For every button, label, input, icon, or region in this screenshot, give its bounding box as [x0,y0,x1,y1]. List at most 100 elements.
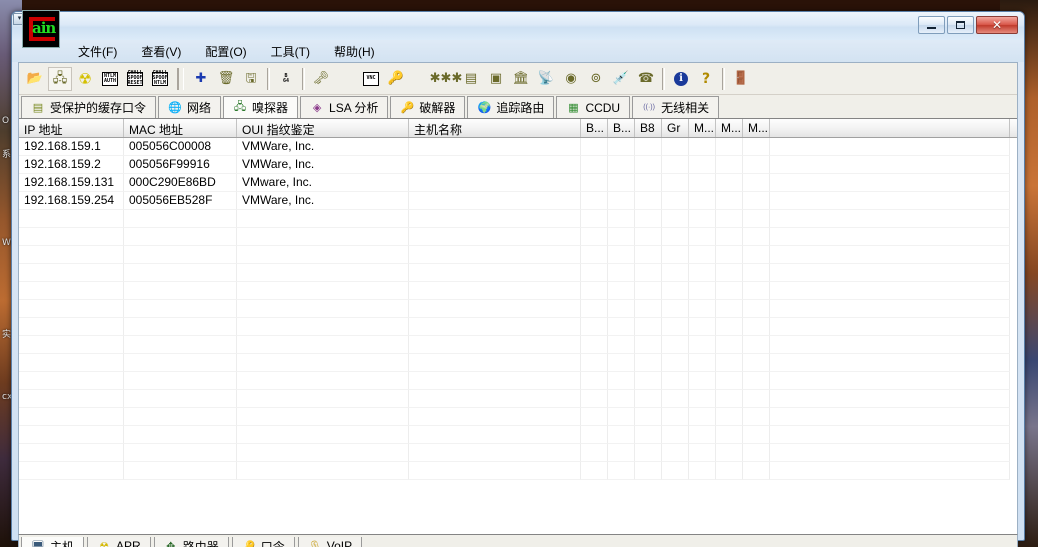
tab-lsa-secrets[interactable]: ◈ LSA 分析 [300,96,389,118]
vnc-password-button[interactable]: VNC [359,67,383,91]
menu-view[interactable]: 查看(V) [133,41,189,62]
table-row[interactable]: 192.168.159.254 005056EB528F VMWare, Inc. [19,192,1017,210]
wireless-button[interactable]: ◉ [559,67,583,91]
column-b1[interactable]: B... [581,119,608,137]
open-file-button[interactable]: 📂 [23,67,47,91]
table-row-empty[interactable] [19,264,1017,282]
table-cell [689,138,716,156]
table-cell [581,138,608,156]
bottom-tab-passwords[interactable]: 🔑 口令 [231,537,295,547]
table-cell-empty [581,354,608,372]
tab-network[interactable]: 🌐 网络 [158,96,222,118]
hosts-list-view[interactable]: IP 地址 MAC 地址 OUI 指纹鉴定 主机名称 B... B... B8 Gr M... M… [19,119,1017,534]
chall-spoof-reset-button[interactable]: CHALL SPOOF RESET [123,67,147,91]
table-cell [770,192,1010,210]
column-mac-address[interactable]: MAC 地址 [124,119,237,137]
tab-wireless[interactable]: ((·)) 无线相关 [632,96,720,118]
ntlm-auth-button[interactable]: NTLM AUTH [98,67,122,91]
table-cell-empty [743,318,770,336]
table-cell-empty [608,282,635,300]
table-cell [409,174,581,192]
add-to-list-button[interactable]: ✚ [189,67,213,91]
table-cell-empty [237,372,409,390]
column-hostname[interactable]: 主机名称 [409,119,581,137]
exit-button[interactable]: 🚪 [729,67,753,91]
bottom-tab-hosts[interactable]: 🖥 主机 [21,537,85,547]
table-row-empty[interactable] [19,390,1017,408]
access-database-button[interactable]: 🗝 [309,67,333,91]
tab-ccdu[interactable]: ▦ CCDU [556,96,631,118]
column-m1[interactable]: M... [689,119,716,137]
hash-calculator-button[interactable]: 🔑 [384,67,408,91]
tab-protected-storage[interactable]: ▤ 受保护的缓存口令 [21,96,157,118]
table-cell: 000C290E86BD [124,174,237,192]
tab-traceroute[interactable]: 🌍 追踪路由 [467,96,555,118]
menu-tools[interactable]: 工具(T) [263,41,318,62]
column-b8[interactable]: B8 [635,119,662,137]
bottom-tab-apr[interactable]: ☢ APR [87,537,151,547]
column-m3[interactable]: M... [743,119,770,137]
column-ip-address[interactable]: IP 地址 [19,119,124,137]
chall-spoof-ntlm-button[interactable]: CHALL SPOOF NTLM [148,67,172,91]
table-row-empty[interactable] [19,210,1017,228]
table-cell-empty [635,246,662,264]
export-button[interactable]: 🖫 [239,67,263,91]
voip-icon: 🎙 [307,540,322,547]
table-cell [635,192,662,210]
table-cell-empty [409,462,581,480]
table-row[interactable]: 192.168.159.131 000C290E86BD VMware, Inc. [19,174,1017,192]
table-row-empty[interactable] [19,282,1017,300]
password-crack-button[interactable]: ✱✱✱ [430,67,463,91]
table-row[interactable]: 192.168.159.1 005056C00008 VMWare, Inc. [19,138,1017,156]
help-button[interactable]: ? [694,67,718,91]
syringe-button[interactable]: 💉 [609,67,633,91]
table-row-empty[interactable] [19,462,1017,480]
menu-file[interactable]: 文件(F) [70,41,125,62]
table-cell-empty [237,426,409,444]
maximize-button[interactable] [947,16,974,34]
remove-button[interactable]: 🗑 [214,67,238,91]
table-cell-empty [689,444,716,462]
table-row-empty[interactable] [19,228,1017,246]
close-button[interactable]: ✕ [976,16,1018,34]
table-row-empty[interactable] [19,300,1017,318]
table-cell-empty [662,426,689,444]
traceroute-button[interactable]: ⊚ [584,67,608,91]
cisco-type7-button[interactable] [334,67,358,91]
minimize-button[interactable] [918,16,945,34]
telephony-button[interactable]: ☎ [634,67,658,91]
menu-help[interactable]: 帮助(H) [326,41,383,62]
certificate-collector-button[interactable]: 🏛 [509,67,533,91]
table-row-empty[interactable] [19,354,1017,372]
start-sniffer-button[interactable]: 🖧 [48,66,72,91]
table-row-empty[interactable] [19,246,1017,264]
start-apr-button[interactable]: ☢ [73,67,97,91]
table-row-empty[interactable] [19,444,1017,462]
column-b2[interactable]: B... [608,119,635,137]
column-spare[interactable] [770,119,1010,137]
column-m2[interactable]: M... [716,119,743,137]
menu-configure[interactable]: 配置(O) [197,41,254,62]
table-row-empty[interactable] [19,318,1017,336]
table-cell-empty [608,354,635,372]
base64-decoder-button[interactable]: B 64 [274,67,298,91]
table-cell-empty [662,318,689,336]
table-cell-empty [689,300,716,318]
table-row-empty[interactable] [19,336,1017,354]
table-cell-empty [716,264,743,282]
bottom-tab-voip[interactable]: 🎙 VoIP [297,537,363,547]
bottom-tab-routing[interactable]: ✥ 路由器 [153,537,229,547]
mac-scanner-button[interactable]: 📡 [534,67,558,91]
rdp-icon-button[interactable]: ▣ [484,67,508,91]
toolbar-separator [177,67,184,90]
column-gr[interactable]: Gr [662,119,689,137]
table-row[interactable]: 192.168.159.2 005056F99916 VMWare, Inc. [19,156,1017,174]
table-row-empty[interactable] [19,408,1017,426]
table-row-empty[interactable] [19,372,1017,390]
about-button[interactable]: i [669,67,693,91]
tab-sniffer[interactable]: 🖧 嗅探器 [223,96,299,118]
table-row-empty[interactable] [19,426,1017,444]
remote-console-button[interactable]: ▤ [459,67,483,91]
column-oui-fingerprint[interactable]: OUI 指纹鉴定 [237,119,409,137]
tab-cracker[interactable]: 🔑 破解器 [390,96,466,118]
